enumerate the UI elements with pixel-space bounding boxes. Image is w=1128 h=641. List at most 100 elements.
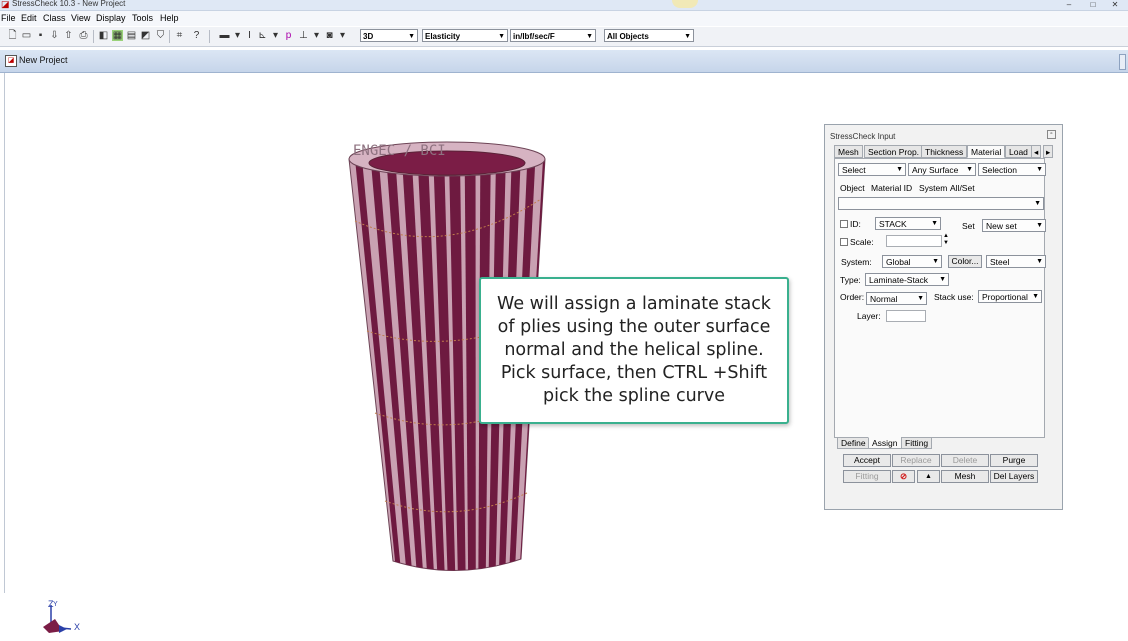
mesh-button[interactable]: Mesh [941,470,989,483]
mesh-mode-icon[interactable]: ▦ [112,30,123,41]
object-list-combo[interactable]: ▼ [838,197,1044,210]
close-button[interactable]: ✕ [1104,0,1126,10]
solve-icon[interactable]: ⛉ [155,30,166,41]
chevron-down-icon: ▼ [1032,293,1039,300]
menu-help[interactable]: Help [160,13,179,23]
main-toolbar: 🗋 ▭ ▪ ⇩ ⇧ ⎙ ◧ ▦ ▤ ◩ ⛉ ⌗ ? ▬ ▾ Ι ⊾ ▾ p ⊥ … [0,27,1128,47]
shape-display-icon[interactable]: ▬ [219,30,230,41]
properties-icon[interactable]: ▤ [126,30,137,41]
tab-scroll-right-icon[interactable]: ▸ [1043,145,1054,158]
plot-icon[interactable]: ⊥ [298,30,309,41]
cursor-highlight [672,0,698,8]
id-label: ID: [850,219,861,229]
material-value: Steel [990,257,1010,267]
spin-down-icon[interactable]: ▼ [943,240,949,246]
app-logo-icon: ◪ [1,0,10,9]
window-title: StressCheck 10.3 - New Project [12,0,126,8]
results-icon[interactable]: ⌗ [174,30,185,41]
menu-view[interactable]: View [71,13,90,23]
purge-button[interactable]: Purge [990,454,1038,467]
replace-button[interactable]: Replace [892,454,940,467]
menu-edit[interactable]: Edit [21,13,37,23]
analysis-type-select[interactable]: Elasticity ▼ [422,29,508,42]
chevron-down-icon: ▼ [408,33,415,40]
tab-mesh[interactable]: Mesh [834,145,863,158]
object-filter-select[interactable]: All Objects ▼ [604,29,694,42]
p-level-icon[interactable]: p [283,30,294,41]
chevron-down-icon: ▼ [1036,166,1043,173]
order-combo[interactable]: Normal ▼ [866,292,927,305]
color-button[interactable]: Color... [948,255,982,268]
tab-scroll-left-icon[interactable]: ◂ [1031,145,1042,158]
chevron-down-icon[interactable]: ▾ [337,30,348,41]
move-up-icon[interactable]: ▲ [917,470,940,483]
scale-checkbox[interactable] [840,238,848,246]
maximize-button[interactable]: □ [1082,0,1104,10]
scale-label: Scale: [850,237,874,247]
tab-thickness[interactable]: Thickness [921,145,968,158]
window-title-bar: ◪ StressCheck 10.3 - New Project – □ ✕ [0,0,1128,11]
select-mode-value: Select [842,165,866,175]
material-combo[interactable]: Steel ▼ [986,255,1046,268]
system-label: System: [841,257,872,267]
view-mode-value: 3D [363,32,374,41]
chevron-down-icon[interactable]: ▾ [270,30,281,41]
tab-fitting[interactable]: Fitting [901,437,933,449]
menu-tools[interactable]: Tools [132,13,153,23]
menu-display[interactable]: Display [96,13,126,23]
menu-file[interactable]: File [1,13,16,23]
units-select[interactable]: in/lbf/sec/F ▼ [510,29,596,42]
tab-load[interactable]: Load [1005,145,1032,158]
save-icon[interactable]: ▪ [35,30,46,41]
layer-input[interactable] [886,310,926,322]
del-layers-button[interactable]: Del Layers [990,470,1038,483]
chevron-down-icon[interactable]: ▾ [232,30,243,41]
loads-icon[interactable]: ◩ [140,30,151,41]
stop-icon[interactable]: ⊘ [892,470,915,483]
tab-material[interactable]: Material [967,145,1006,158]
select-mode-combo[interactable]: Select ▼ [838,163,906,176]
new-file-icon[interactable]: 🗋 [7,30,18,41]
material-id-combo[interactable]: STACK ▼ [875,217,941,230]
chevron-down-icon: ▼ [1036,222,1043,229]
type-combo[interactable]: Laminate-Stack ▼ [865,273,949,286]
view-mode-select[interactable]: 3D ▼ [360,29,418,42]
dimension-icon[interactable]: Ι [244,30,255,41]
stack-use-value: Proportional [982,292,1028,302]
view-orientation-icon[interactable]: ⊾ [257,30,268,41]
set-combo[interactable]: New set ▼ [982,219,1046,232]
fitting-button[interactable]: Fitting [843,470,891,483]
minimize-button[interactable]: – [1058,0,1080,10]
print-icon[interactable]: ⎙ [78,30,89,41]
geometry-icon[interactable]: ◧ [98,30,109,41]
export-icon[interactable]: ⇧ [63,30,74,41]
spin-up-icon[interactable]: ▲ [943,233,949,239]
stack-use-combo[interactable]: Proportional ▼ [978,290,1042,303]
callout-text: We will assign a laminate stack of plies… [497,294,771,406]
chevron-down-icon: ▼ [684,33,691,40]
id-checkbox[interactable] [840,220,848,228]
scale-input[interactable] [886,235,942,247]
object-filter-value: All Objects [607,32,649,41]
selection-filter-combo[interactable]: Selection ▼ [978,163,1046,176]
menu-class[interactable]: Class [43,13,66,23]
restore-icon[interactable] [1119,54,1126,70]
surface-filter-combo[interactable]: Any Surface ▼ [908,163,976,176]
system-combo[interactable]: Global ▼ [882,255,942,268]
chevron-down-icon[interactable]: ▾ [311,30,322,41]
type-label: Type: [840,275,861,285]
open-folder-icon[interactable]: ▭ [21,30,32,41]
help-icon[interactable]: ? [191,30,202,41]
document-tab-bar: ◪ New Project [0,50,1128,73]
tab-section-prop[interactable]: Section Prop. [864,145,924,158]
chevron-down-icon: ▼ [1034,200,1041,207]
tab-define[interactable]: Define [837,437,870,449]
accept-button[interactable]: Accept [843,454,891,467]
close-icon[interactable]: ▫ [1047,130,1056,139]
camera-icon[interactable]: ◙ [324,30,335,41]
chevron-down-icon: ▼ [966,166,973,173]
import-icon[interactable]: ⇩ [49,30,60,41]
delete-button[interactable]: Delete [941,454,989,467]
tab-assign[interactable]: Assign [868,437,902,449]
chevron-down-icon: ▼ [1036,258,1043,265]
